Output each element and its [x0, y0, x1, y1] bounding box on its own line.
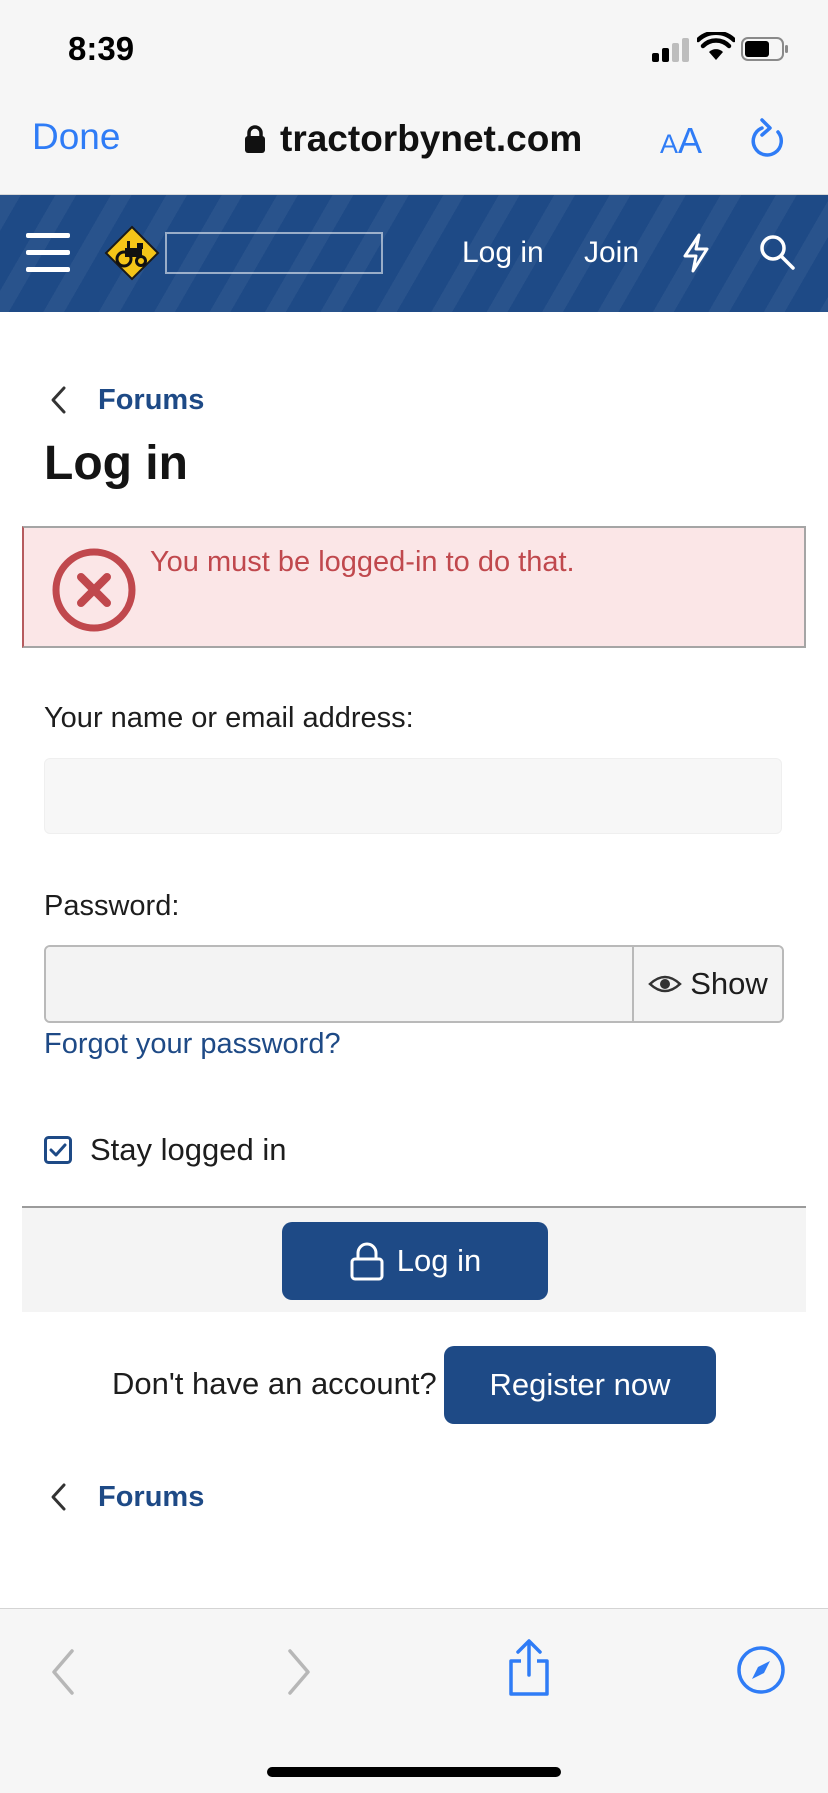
submit-row: Log in [22, 1206, 806, 1312]
show-password-button[interactable]: Show [632, 947, 782, 1021]
wifi-icon [697, 32, 735, 60]
chevron-left-icon [51, 386, 66, 414]
battery-icon [741, 37, 788, 61]
nav-join-link[interactable]: Join [584, 236, 639, 270]
password-input[interactable] [46, 947, 632, 1021]
compass-icon[interactable] [736, 1645, 786, 1695]
login-submit-label: Log in [396, 1243, 482, 1278]
stay-logged-in-label: Stay logged in [90, 1132, 287, 1167]
footer-breadcrumb[interactable]: Forums [48, 1477, 204, 1517]
no-account-text: Don't have an account? [112, 1366, 437, 1401]
page-title: Log in [44, 437, 188, 490]
login-submit-button[interactable]: Log in [282, 1222, 548, 1300]
forgot-password-link[interactable]: Forgot your password? [44, 1028, 341, 1061]
register-now-button[interactable]: Register now [444, 1346, 716, 1424]
site-search-box[interactable] [165, 232, 383, 274]
share-icon[interactable] [506, 1639, 552, 1697]
breadcrumb[interactable]: Forums [48, 380, 204, 420]
cellular-signal-icon [652, 38, 692, 62]
stay-logged-in-row[interactable]: Stay logged in [44, 1132, 286, 1168]
name-email-input[interactable] [44, 758, 782, 834]
browser-address-bar: Done tractorbynet.com AA [0, 90, 828, 195]
menu-icon[interactable] [26, 233, 70, 273]
error-message-box: You must be logged-in to do that. [22, 526, 806, 648]
status-bar: 8:39 [0, 0, 828, 90]
lock-icon [245, 125, 265, 153]
reload-icon[interactable] [748, 118, 788, 162]
error-x-icon [52, 548, 136, 632]
url-field[interactable]: tractorbynet.com [244, 116, 582, 162]
name-field-label: Your name or email address: [44, 702, 414, 734]
password-field-label: Password: [44, 890, 180, 922]
search-icon[interactable] [758, 233, 796, 271]
password-field-group: Show [44, 945, 784, 1023]
eye-icon [648, 975, 683, 993]
nav-login-link[interactable]: Log in [462, 236, 544, 270]
stay-logged-in-checkbox[interactable] [44, 1136, 72, 1164]
back-icon[interactable] [48, 1647, 78, 1697]
done-button[interactable]: Done [32, 116, 120, 158]
text-size-button[interactable]: AA [660, 120, 702, 162]
chevron-left-icon [51, 1483, 66, 1511]
breadcrumb-forums-link[interactable]: Forums [98, 384, 204, 417]
lock-icon [350, 1242, 384, 1281]
home-indicator [267, 1767, 561, 1777]
footer-forums-link[interactable]: Forums [98, 1481, 204, 1514]
bolt-icon[interactable] [680, 233, 712, 273]
forward-icon[interactable] [284, 1647, 314, 1697]
show-password-label: Show [690, 966, 768, 1001]
status-time: 8:39 [68, 30, 135, 67]
site-header: Log in Join [0, 195, 828, 312]
register-now-label: Register now [489, 1367, 671, 1402]
tractor-logo[interactable] [104, 225, 160, 281]
error-message-text: You must be logged-in to do that. [150, 546, 575, 578]
browser-toolbar [0, 1608, 828, 1793]
url-text: tractorbynet.com [280, 118, 583, 159]
